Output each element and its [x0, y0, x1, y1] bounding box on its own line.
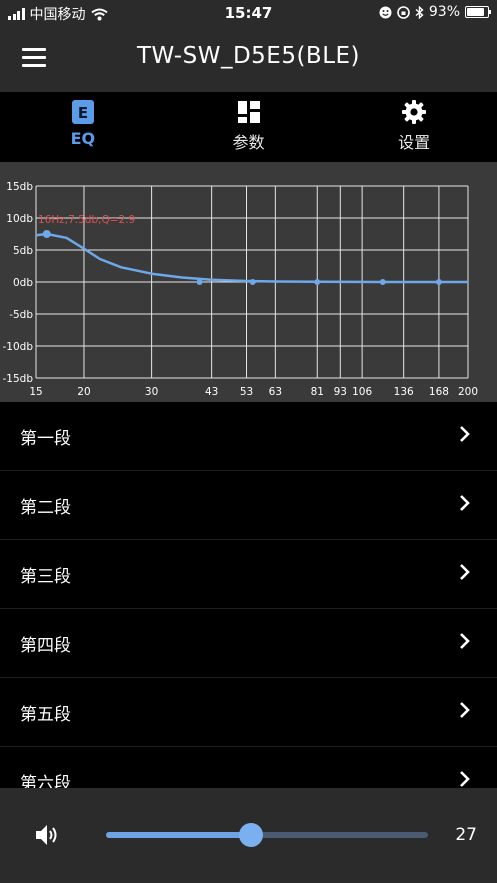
orientation-lock-icon — [397, 5, 410, 19]
eq-control-point[interactable] — [314, 279, 321, 285]
chevron-right-icon — [460, 771, 470, 787]
x-tick-label: 15 — [29, 386, 42, 398]
x-tick-label: 63 — [269, 386, 282, 398]
tab-bar: E EQ 参数 设置 — [0, 92, 497, 162]
y-tick-label: 10db — [6, 213, 33, 225]
x-tick-label: 30 — [145, 386, 158, 398]
chevron-right-icon — [460, 495, 470, 511]
tab-params-label: 参数 — [232, 133, 265, 152]
page-title: TW-SW_D5E5(BLE) — [136, 43, 361, 69]
battery-percent: 93% — [428, 4, 460, 20]
x-tick-label: 136 — [394, 386, 414, 398]
tab-eq[interactable]: E EQ — [0, 92, 166, 162]
volume-bar: 27 — [0, 788, 497, 883]
battery-icon — [465, 6, 491, 18]
dashboard-icon — [237, 101, 260, 123]
eq-chart-panel: 15db 10db 5db 0db -5db -10db -15db 15 20 30 43 53 63… — [0, 162, 497, 402]
gear-icon — [402, 100, 427, 124]
speaker-icon[interactable] — [35, 824, 59, 846]
volume-slider[interactable] — [106, 823, 428, 847]
eq-control-point[interactable] — [379, 279, 386, 285]
svg-text:E: E — [78, 104, 88, 122]
tab-settings-label: 设置 — [398, 133, 431, 152]
bluetooth-icon — [415, 5, 424, 19]
eq-control-point[interactable] — [435, 279, 442, 285]
tab-settings[interactable]: 设置 — [331, 92, 497, 162]
band-label: 第二段 — [20, 498, 71, 518]
x-tick-label: 93 — [334, 386, 347, 398]
band-item-2[interactable]: 第二段 — [0, 471, 497, 540]
band-label: 第三段 — [20, 567, 71, 587]
band-label: 第一段 — [20, 429, 71, 449]
band-label: 第四段 — [20, 636, 71, 656]
y-tick-label: 15db — [6, 181, 33, 193]
x-tick-label: 53 — [240, 386, 253, 398]
band-list: 第一段 第二段 第三段 第四段 第五段 第六段 — [0, 402, 497, 788]
volume-value: 27 — [455, 825, 477, 845]
y-tick-label: -15db — [3, 373, 34, 385]
eq-control-point[interactable] — [249, 279, 256, 285]
status-bar: 中国移动 15:47 93% — [0, 0, 497, 26]
app-header: TW-SW_D5E5(BLE) — [0, 26, 497, 92]
band-item-3[interactable]: 第三段 — [0, 540, 497, 609]
x-tick-label: 43 — [205, 386, 218, 398]
chevron-right-icon — [460, 564, 470, 580]
tab-params[interactable]: 参数 — [166, 92, 332, 162]
x-tick-label: 81 — [311, 386, 324, 398]
x-tick-label: 20 — [77, 386, 90, 398]
eq-control-point[interactable] — [196, 279, 203, 285]
chevron-right-icon — [460, 633, 470, 649]
eq-control-point[interactable] — [42, 230, 51, 238]
volume-slider-thumb[interactable] — [238, 823, 263, 847]
band-item-4[interactable]: 第四段 — [0, 609, 497, 678]
band-label: 第六段 — [20, 774, 71, 788]
x-tick-label: 200 — [458, 386, 478, 398]
y-tick-label: 0db — [13, 277, 33, 289]
y-tick-label: -10db — [3, 341, 34, 353]
band-item-1[interactable]: 第一段 — [0, 402, 497, 471]
tab-eq-label: EQ — [70, 129, 96, 148]
y-tick-label: -5db — [9, 309, 33, 321]
x-tick-label: 168 — [429, 386, 449, 398]
x-tick-label: 106 — [352, 386, 372, 398]
face-icon — [379, 6, 392, 18]
y-tick-label: 5db — [13, 245, 33, 257]
band-label: 第五段 — [20, 705, 71, 725]
volume-slider-fill — [106, 832, 251, 838]
band-item-6[interactable]: 第六段 — [0, 747, 497, 788]
eq-point-annotation: 16Hz,7.5db,Q=2.9 — [38, 214, 135, 226]
band-item-5[interactable]: 第五段 — [0, 678, 497, 747]
eq-chart[interactable]: 15db 10db 5db 0db -5db -10db -15db15 20 30 43 53 63… — [0, 162, 497, 402]
chevron-right-icon — [460, 426, 470, 442]
chevron-right-icon — [460, 702, 470, 718]
eq-icon: E — [71, 100, 94, 124]
